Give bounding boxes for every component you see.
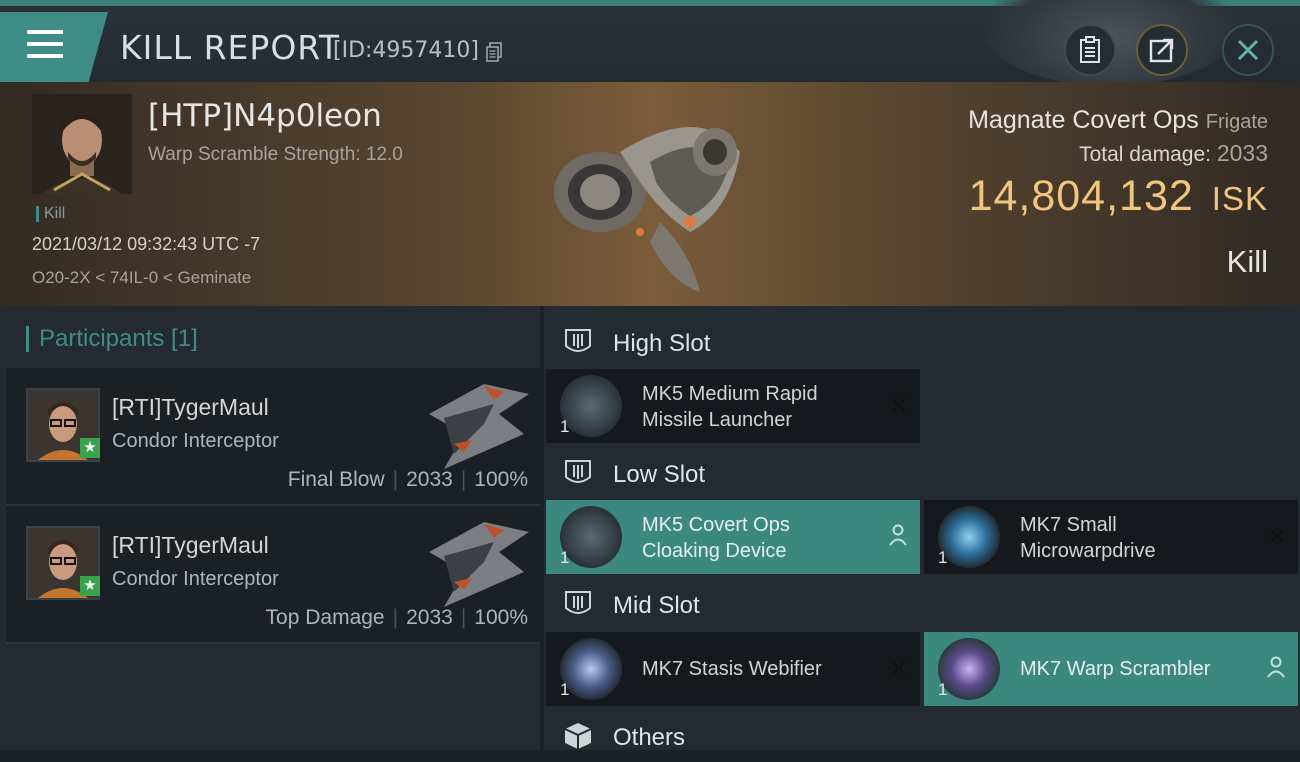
low-slot-header: Low Slot [544, 447, 1300, 499]
module-name-line: MK5 Medium Rapid [642, 383, 818, 405]
module-item[interactable]: 1 MK7 Warp Scrambler [924, 632, 1298, 706]
participant-ship: Condor Interceptor [112, 430, 279, 452]
participant-role: Final Blow [287, 468, 385, 491]
low-slot-icon [565, 460, 591, 483]
kill-result: Kill [1226, 244, 1268, 279]
module-name-line: Missile Launcher [642, 409, 793, 431]
module-item[interactable]: 1 MK5 Medium Rapid Missile Launcher ✕ [546, 369, 920, 443]
victim-avatar[interactable] [32, 94, 132, 194]
module-name: MK7 Warp Scrambler [1020, 656, 1250, 682]
isk-value: 14,804,132 ISK [969, 172, 1268, 221]
menu-button[interactable] [0, 12, 108, 82]
mid-slot-icon [565, 591, 591, 614]
module-name-line: MK7 Stasis Webifier [642, 658, 822, 680]
participant-ship: Condor Interceptor [112, 568, 279, 590]
participant-name[interactable]: [RTI]TygerMaul [112, 532, 269, 559]
participant-percent: 100% [474, 606, 528, 629]
destroyed-icon: ✕ [889, 393, 908, 418]
participants-header: Participants [1] [26, 326, 198, 352]
high-slot-label: High Slot [613, 330, 711, 357]
close-button[interactable] [1222, 24, 1274, 76]
portrait-icon [32, 94, 132, 194]
stats-divider: | [460, 468, 467, 491]
close-icon [1237, 39, 1259, 61]
fitting-panel: High Slot 1 MK5 Medium Rapid Missile Lau… [544, 306, 1300, 751]
share-icon [1149, 38, 1174, 63]
destroyed-icon: ✕ [889, 656, 908, 681]
module-name-line: MK7 Warp Scrambler [1020, 658, 1211, 680]
cube-icon [564, 723, 592, 749]
module-name-line: Cloaking Device [642, 540, 787, 562]
participant-ship-image[interactable] [424, 374, 534, 474]
victim-ship-image[interactable] [540, 92, 760, 296]
person-icon [1267, 656, 1285, 678]
module-item[interactable]: 1 MK7 Stasis Webifier ✕ [546, 632, 920, 706]
participant-row[interactable]: ★ [RTI]TygerMaul Condor Interceptor Fina… [6, 368, 540, 506]
others-header: Others [544, 710, 1300, 762]
stats-divider: | [392, 606, 399, 629]
warp-scramble-strength: Warp Scramble Strength: 12.0 [148, 144, 403, 165]
participant-damage: 2033 [406, 468, 453, 491]
module-quantity: 1 [938, 680, 948, 699]
module-item[interactable]: 1 MK7 Small Microwarpdrive ✕ [924, 500, 1298, 574]
ship-name-text: Magnate Covert Ops [968, 106, 1199, 134]
person-icon [889, 524, 907, 546]
star-icon: ★ [80, 438, 100, 458]
clipboard-button[interactable] [1064, 24, 1116, 76]
top-bar: KILL REPORT [ID:4957410] [0, 0, 1300, 86]
isk-amount: 14,804,132 [968, 172, 1194, 220]
participant-row[interactable]: ★ [RTI]TygerMaul Condor Interceptor Top … [6, 506, 540, 644]
participant-stats: Final Blow | 2033 | 100% [288, 468, 528, 492]
high-slot-header: High Slot [544, 316, 1300, 368]
participant-damage: 2033 [406, 606, 453, 629]
participant-ship-image[interactable] [424, 512, 534, 612]
kill-tag: Kill [36, 206, 65, 222]
kill-location[interactable]: O20-2X < 74IL-0 < Geminate [32, 268, 251, 288]
participants-panel: Participants [1] ★ [RTI]TygerMaul Condor… [0, 306, 540, 750]
destroyed-icon: ✕ [1267, 524, 1286, 549]
module-quantity: 1 [560, 680, 570, 699]
total-damage-value: 2033 [1216, 140, 1268, 166]
module-quantity: 1 [938, 548, 948, 567]
module-quantity: 1 [560, 548, 570, 567]
victim-name[interactable]: [HTP]N4p0leon [148, 98, 382, 134]
mid-slot-header: Mid Slot [544, 578, 1300, 630]
module-name: MK7 Small Microwarpdrive [1020, 512, 1250, 564]
clipboard-icon [1080, 36, 1100, 63]
hamburger-icon [27, 30, 63, 66]
ship-class: Frigate [1205, 111, 1268, 133]
page-title: KILL REPORT [120, 28, 340, 67]
stats-divider: | [460, 606, 467, 629]
isk-currency: ISK [1211, 180, 1268, 217]
module-item[interactable]: 1 MK5 Covert Ops Cloaking Device [546, 500, 920, 574]
others-label: Others [613, 724, 686, 751]
module-name-line: MK5 Covert Ops [642, 514, 790, 536]
kill-time: 2021/03/12 09:32:43 UTC -7 [32, 234, 261, 254]
high-slot-icon [565, 329, 591, 352]
total-damage-label: Total damage: [1079, 143, 1211, 166]
mid-slot-label: Mid Slot [613, 592, 700, 619]
export-button[interactable] [1136, 24, 1188, 76]
copy-icon[interactable] [486, 42, 502, 62]
victim-banner: [HTP]N4p0leon Warp Scramble Strength: 12… [0, 82, 1300, 306]
module-name: MK5 Covert Ops Cloaking Device [642, 512, 872, 564]
participant-name[interactable]: [RTI]TygerMaul [112, 394, 269, 421]
stats-divider: | [392, 468, 399, 491]
victim-ship-name[interactable]: Magnate Covert Ops Frigate [968, 106, 1268, 135]
total-damage: Total damage: 2033 [1079, 140, 1268, 167]
module-name: MK7 Stasis Webifier [642, 656, 872, 682]
participant-stats: Top Damage | 2033 | 100% [266, 606, 528, 630]
module-name: MK5 Medium Rapid Missile Launcher [642, 381, 872, 433]
module-name-line: MK7 Small [1020, 514, 1117, 536]
report-id: [ID:4957410] [333, 38, 479, 63]
star-icon: ★ [80, 576, 100, 596]
module-name-line: Microwarpdrive [1020, 540, 1156, 562]
module-quantity: 1 [560, 417, 570, 436]
low-slot-label: Low Slot [613, 461, 706, 488]
participant-percent: 100% [474, 468, 528, 491]
participant-role: Top Damage [265, 606, 385, 629]
